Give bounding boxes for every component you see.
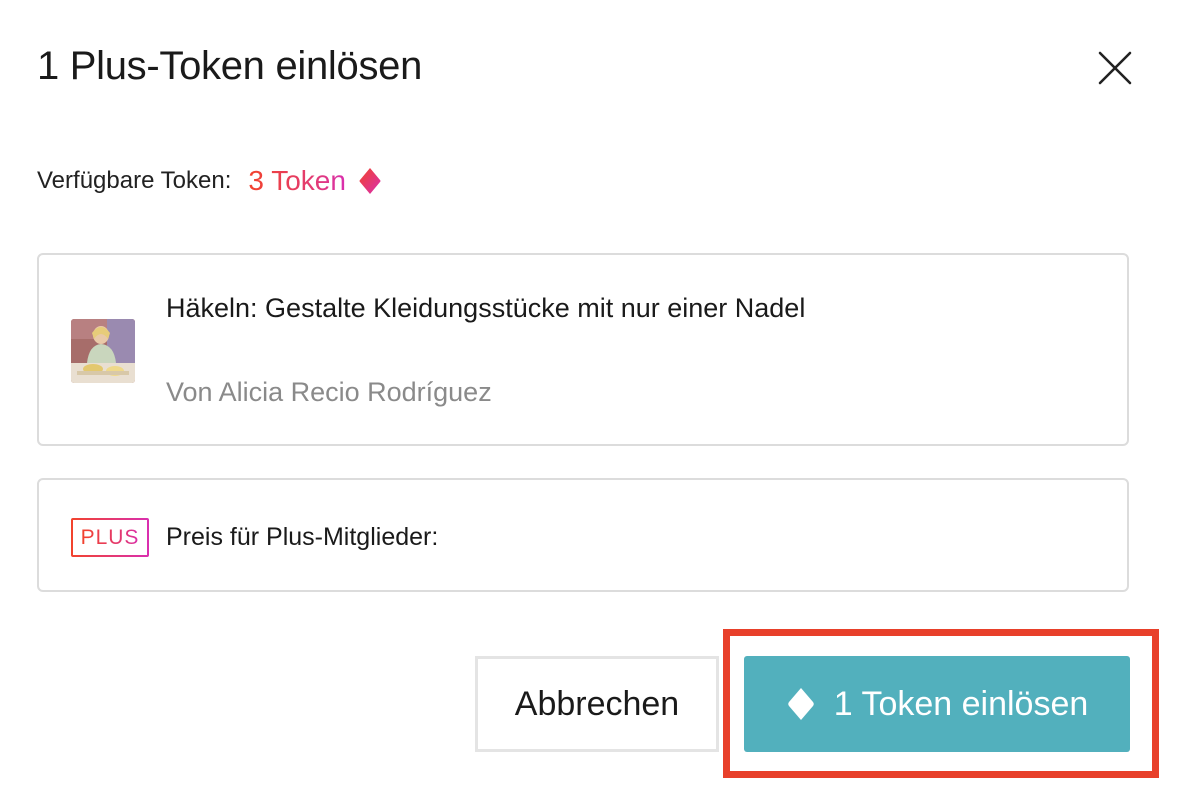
token-gem-icon xyxy=(359,168,381,194)
redeem-token-label: 1 Token einlösen xyxy=(833,684,1089,723)
close-button[interactable] xyxy=(1096,49,1134,87)
plus-badge-label: PLUS xyxy=(80,525,140,549)
plus-price-label: Preis für Plus-Mitglieder: xyxy=(166,523,439,551)
available-tokens-label: Verfügbare Token: xyxy=(37,167,232,194)
token-gem-icon xyxy=(787,688,814,720)
dialog-title: 1 Plus-Token einlösen xyxy=(37,44,423,88)
course-title: Häkeln: Gestalte Kleidungsstücke mit nur… xyxy=(166,293,806,323)
redeem-token-dialog: 1 Plus-Token einlösen Verfügbare Token: … xyxy=(0,0,1184,800)
available-tokens-value: 3 Token xyxy=(248,165,346,196)
course-card: Häkeln: Gestalte Kleidungsstücke mit nur… xyxy=(37,253,1129,446)
course-author: Von Alicia Recio Rodríguez xyxy=(166,377,492,407)
available-tokens: Verfügbare Token: 3 Token xyxy=(37,163,382,199)
redeem-token-button[interactable]: 1 Token einlösen xyxy=(744,656,1130,752)
plus-badge: PLUS xyxy=(71,518,149,557)
plus-price-card: PLUS Preis für Plus-Mitglieder: xyxy=(37,478,1129,592)
course-thumbnail xyxy=(71,319,135,383)
close-icon xyxy=(1098,51,1132,85)
cancel-button[interactable]: Abbrechen xyxy=(475,656,719,752)
